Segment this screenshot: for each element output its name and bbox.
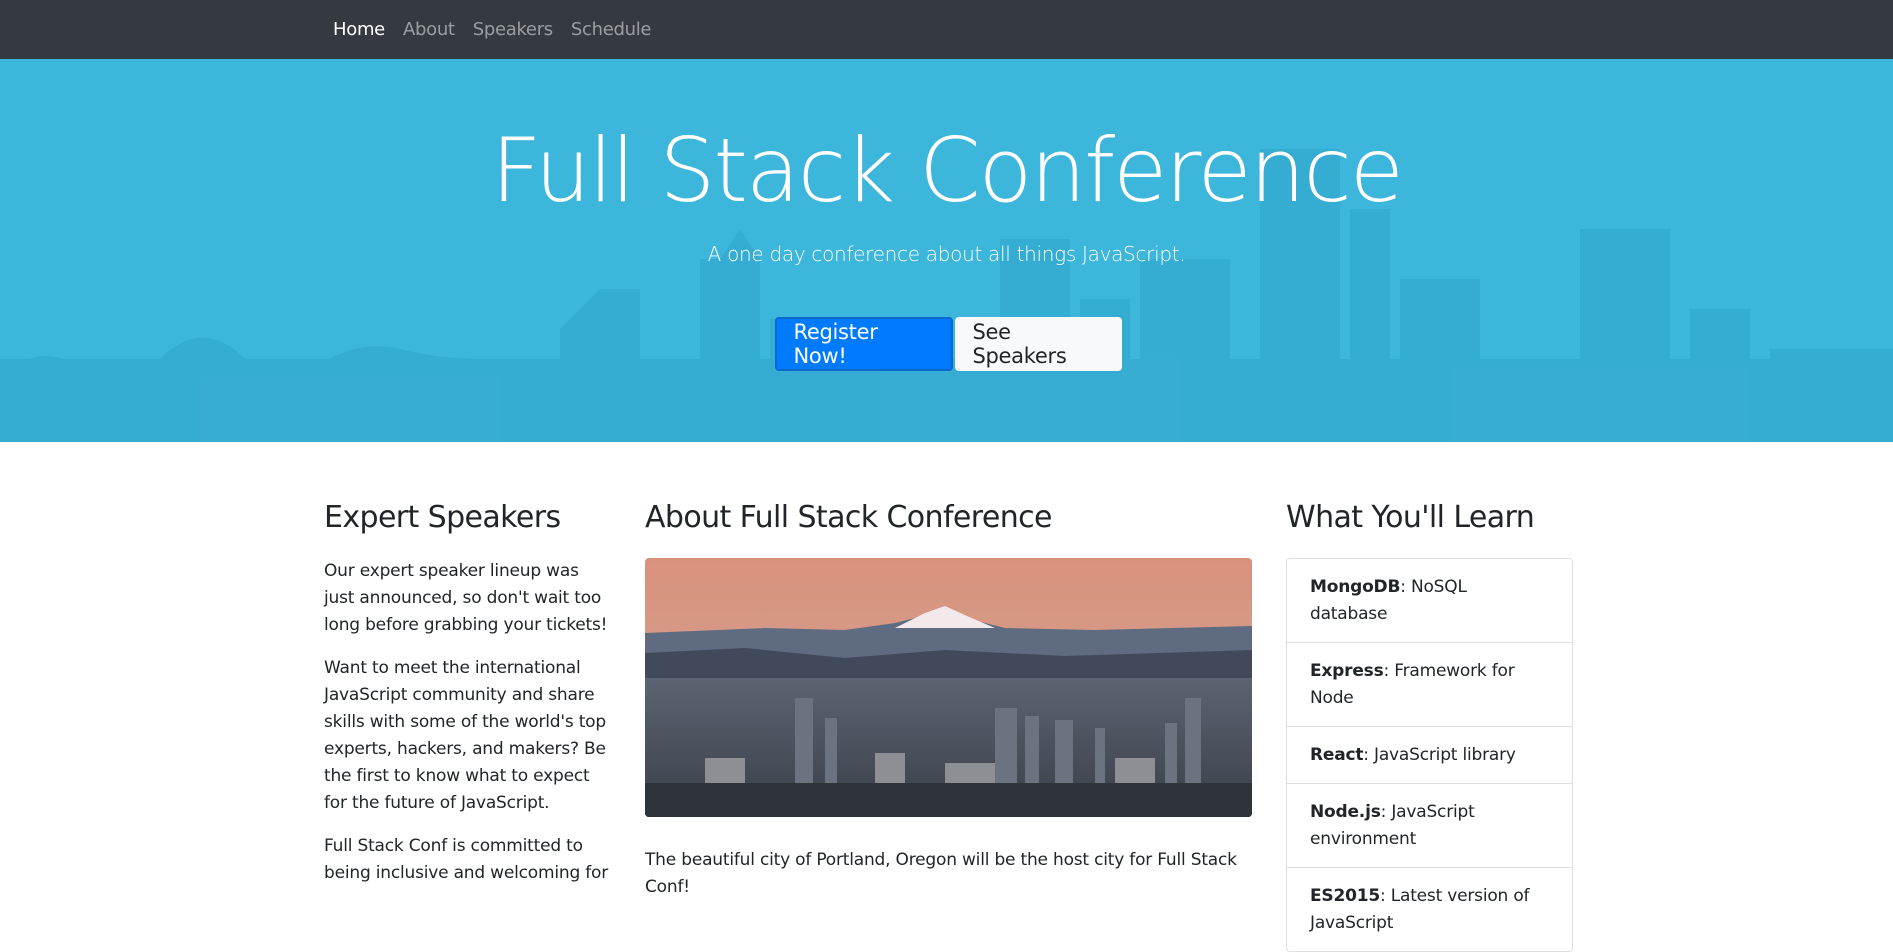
about-heading: About Full Stack Conference [645, 500, 1053, 535]
learn-term: ES2015 [1310, 886, 1380, 906]
about-body: The beautiful city of Portland, Oregon w… [645, 850, 1237, 897]
nav-home-link[interactable]: Home [333, 19, 385, 40]
learn-term: React [1310, 745, 1364, 765]
expert-speakers-section: Expert Speakers Our expert speaker lineu… [324, 500, 614, 887]
learn-desc: : JavaScript library [1363, 745, 1516, 765]
nav-links: Home About Speakers Schedule [333, 0, 669, 59]
portland-city-image [645, 558, 1252, 817]
learn-heading: What You'll Learn [1286, 500, 1535, 535]
learn-list: MongoDB: NoSQL database Express: Framewo… [1286, 558, 1573, 952]
speakers-paragraph-3: Full Stack Conf is committed to being in… [324, 836, 609, 883]
list-item: Node.js: JavaScript environment [1287, 784, 1572, 868]
hero-button-group: Register Now! See Speakers [0, 317, 1893, 371]
nav-schedule-link[interactable]: Schedule [571, 19, 652, 40]
see-speakers-button[interactable]: See Speakers [954, 317, 1122, 371]
about-section: About Full Stack Conference The beautifu… [645, 500, 1252, 901]
learn-term: Node.js [1310, 802, 1381, 822]
what-you-learn-section: What You'll Learn MongoDB: NoSQL databas… [1286, 500, 1573, 952]
register-now-button[interactable]: Register Now! [774, 317, 953, 371]
expert-speakers-heading: Expert Speakers [324, 500, 561, 535]
speakers-paragraph-2: Want to meet the international JavaScrip… [324, 658, 606, 813]
speakers-paragraph-1: Our expert speaker lineup was just annou… [324, 561, 608, 635]
nav-speakers-link[interactable]: Speakers [473, 19, 554, 40]
list-item: Express: Framework for Node [1287, 643, 1572, 727]
learn-term: MongoDB [1310, 577, 1401, 597]
list-item: React: JavaScript library [1287, 727, 1572, 784]
list-item: MongoDB: NoSQL database [1287, 559, 1572, 643]
hero-subtitle: A one day conference about all things Ja… [707, 242, 1186, 266]
learn-term: Express [1310, 661, 1384, 681]
top-navbar: Home About Speakers Schedule [0, 0, 1893, 59]
hero-banner: Full Stack Conference A one day conferen… [0, 59, 1893, 442]
nav-about-link[interactable]: About [403, 19, 455, 40]
hero-title: Full Stack Conference [491, 119, 1404, 222]
list-item: ES2015: Latest version of JavaScript [1287, 868, 1572, 951]
